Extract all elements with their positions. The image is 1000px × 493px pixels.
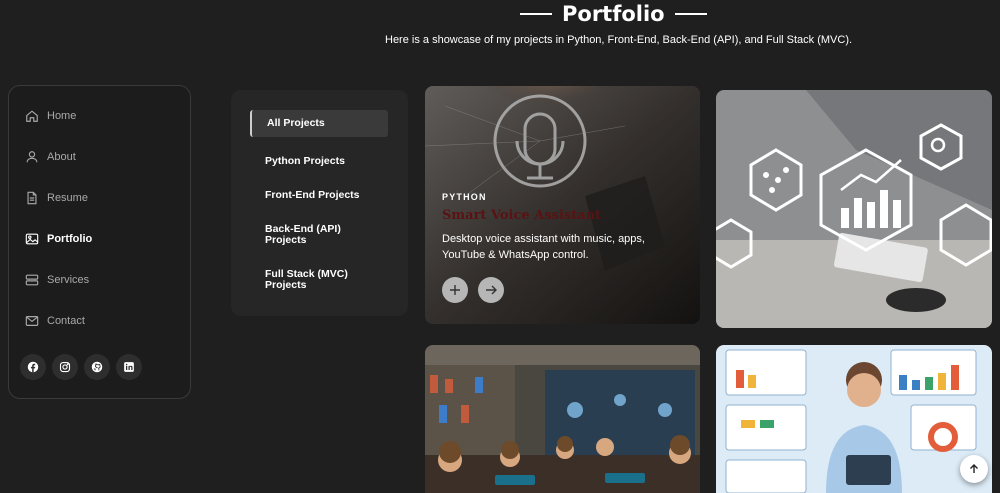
scroll-to-top-button[interactable] xyxy=(960,455,988,483)
sidebar-item-label: Portfolio xyxy=(47,233,93,245)
facebook-button[interactable] xyxy=(20,354,46,380)
instagram-icon xyxy=(59,361,71,373)
title-row: Portfolio xyxy=(520,0,707,28)
arrow-right-icon xyxy=(486,285,497,295)
sidebar-item-portfolio[interactable]: Portfolio xyxy=(25,229,92,249)
linkedin-icon xyxy=(124,362,134,372)
project-card-voice-assistant[interactable]: PYTHON Smart Voice Assistant Desktop voi… xyxy=(425,86,700,324)
instagram-button[interactable] xyxy=(52,354,78,380)
sidebar: Home About Resume Portfolio Services Con… xyxy=(8,85,191,399)
card-description: Desktop voice assistant with music, apps… xyxy=(442,233,645,261)
project-card-classroom[interactable] xyxy=(425,345,700,493)
social-links xyxy=(20,354,142,380)
card-overlay: PYTHON Smart Voice Assistant Desktop voi… xyxy=(442,192,662,303)
card-category: PYTHON xyxy=(442,192,487,202)
home-icon xyxy=(26,110,38,122)
filter-back-end-projects[interactable]: Back-End (API) Projects xyxy=(250,220,388,250)
card-actions xyxy=(442,277,662,303)
user-icon xyxy=(26,151,38,163)
filter-front-end-projects[interactable]: Front-End Projects xyxy=(250,186,388,205)
sidebar-item-contact[interactable]: Contact xyxy=(25,311,85,331)
project-filter-panel: All Projects Python Projects Front-End P… xyxy=(231,90,408,316)
title-line-left xyxy=(520,13,552,15)
mail-icon xyxy=(25,316,39,326)
sidebar-item-resume[interactable]: Resume xyxy=(25,188,88,208)
sidebar-item-label: Resume xyxy=(47,192,88,204)
document-icon xyxy=(27,191,37,205)
sidebar-item-label: Contact xyxy=(47,315,85,327)
page-header: Portfolio Here is a showcase of my proje… xyxy=(0,0,1000,60)
filter-full-stack-projects[interactable]: Full Stack (MVC) Projects xyxy=(250,265,388,295)
facebook-icon xyxy=(27,361,39,373)
page-title: Portfolio xyxy=(562,2,665,26)
server-icon xyxy=(25,274,39,286)
card-title[interactable]: Smart Voice Assistant xyxy=(442,208,662,223)
sidebar-item-label: About xyxy=(47,151,76,163)
plus-icon xyxy=(450,285,460,295)
zoom-button[interactable] xyxy=(442,277,468,303)
sidebar-item-label: Services xyxy=(47,274,90,286)
image-icon xyxy=(25,233,39,245)
details-button[interactable] xyxy=(478,277,504,303)
github-button[interactable] xyxy=(84,354,110,380)
sidebar-item-home[interactable]: Home xyxy=(25,106,76,126)
title-line-right xyxy=(674,13,707,15)
project-image-dashboard xyxy=(716,345,992,493)
project-card-analytics[interactable] xyxy=(716,90,992,328)
sidebar-item-label: Home xyxy=(47,110,77,122)
project-image-classroom xyxy=(425,345,700,493)
linkedin-button[interactable] xyxy=(116,354,142,380)
arrow-up-icon xyxy=(970,464,978,473)
sidebar-item-about[interactable]: About xyxy=(25,147,76,167)
project-card-dashboard[interactable] xyxy=(716,345,992,493)
project-image-analytics xyxy=(716,90,992,328)
filter-all-projects[interactable]: All Projects xyxy=(250,110,388,137)
github-icon xyxy=(91,361,103,373)
sidebar-item-services[interactable]: Services xyxy=(25,270,89,290)
filter-python-projects[interactable]: Python Projects xyxy=(250,152,388,171)
page-subtitle: Here is a showcase of my projects in Pyt… xyxy=(385,34,853,46)
